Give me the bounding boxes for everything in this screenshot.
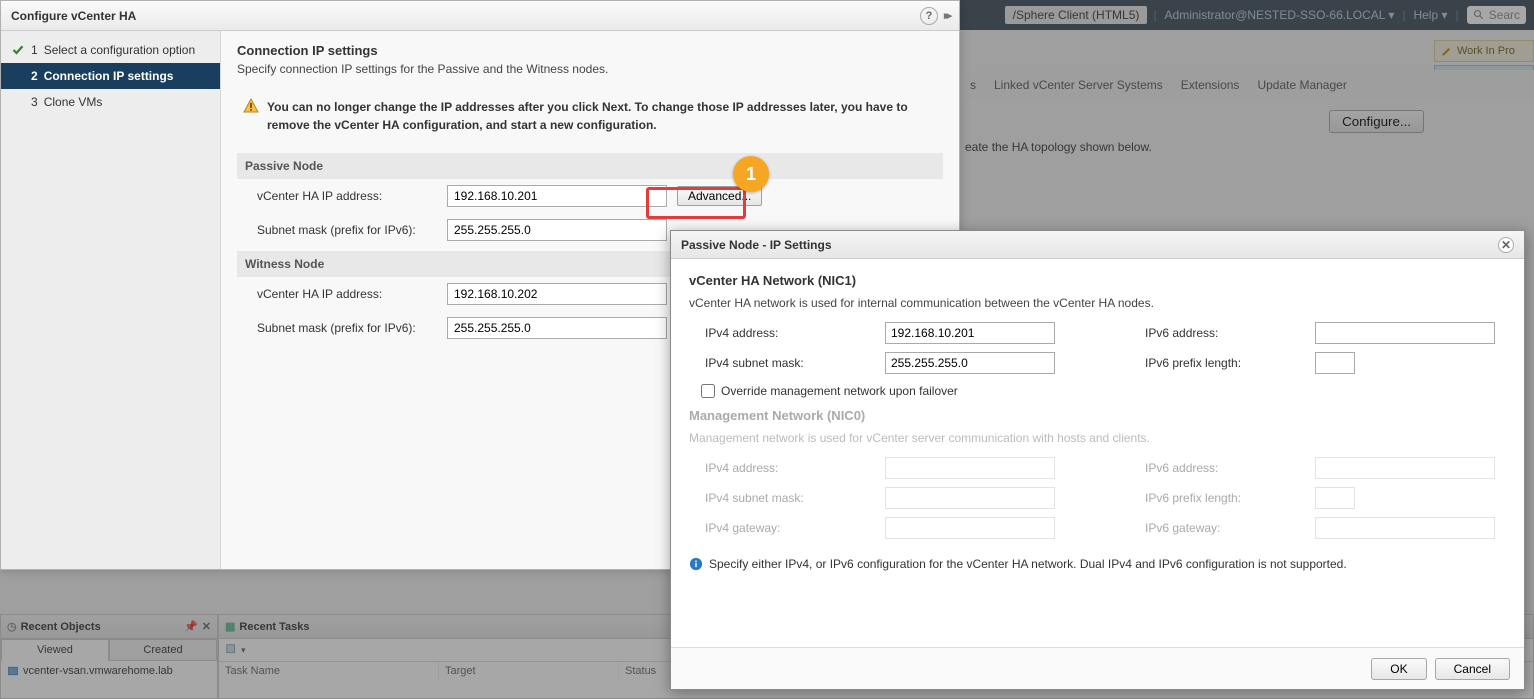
input-nic0-ipv6 [1315,457,1495,479]
tab-linked-vcenter[interactable]: Linked vCenter Server Systems [994,78,1163,92]
warning-icon [243,98,259,117]
checkbox-override-mgmt[interactable] [701,384,715,398]
recent-objects-tabs: Viewed Created [1,639,217,661]
close-icon[interactable]: ✕ [1498,237,1514,253]
tab-viewed[interactable]: Viewed [1,639,109,661]
label-nic0-ipv4-gateway: IPv4 gateway: [705,521,885,535]
html5-client-button[interactable]: /Sphere Client (HTML5) [1005,6,1148,24]
label-ipv6-address: IPv6 address: [1145,326,1315,340]
wizard-titlebar: Configure vCenter HA ? ▸▸ [1,1,959,31]
pin-icon[interactable]: 📌 [184,620,198,633]
close-icon[interactable]: ✕ [202,620,211,633]
configure-button-wrap: Configure... [1329,110,1424,133]
tab-update-manager[interactable]: Update Manager [1257,78,1346,92]
nic0-desc: Management network is used for vCenter s… [689,431,1506,445]
step-3-clone-vms[interactable]: 3 Clone VMs [1,89,220,115]
filter-icon[interactable] [225,643,239,657]
label-nic0-ipv4-mask: IPv4 subnet mask: [705,491,885,505]
search-input[interactable]: Searc [1467,6,1526,24]
input-nic0-ipv4 [885,457,1055,479]
info-row: Specify either IPv4, or IPv6 configurati… [689,557,1506,571]
work-in-progress-panel[interactable]: Work In Pro [1434,40,1534,62]
label-witness-subnet: Subnet mask (prefix for IPv6): [257,321,447,335]
input-witness-ha-ip[interactable] [447,283,667,305]
check-icon [12,44,24,56]
recent-object-item[interactable]: vcenter-vsan.vmwarehome.lab [1,661,217,681]
label-override-mgmt: Override management network upon failove… [721,384,958,398]
tab-created[interactable]: Created [109,639,217,661]
tab-frag[interactable]: s [970,78,976,92]
input-nic1-ipv4[interactable] [885,322,1055,344]
bg-detail-tabs: s Linked vCenter Server Systems Extensio… [960,70,1534,100]
ok-button[interactable]: OK [1371,658,1426,680]
nic1-form: IPv4 address: IPv6 address: IPv4 subnet … [705,322,1506,374]
admin-user-menu[interactable]: Administrator@NESTED-SSO-66.LOCAL ▾ [1165,8,1395,22]
input-nic1-ipv6-prefix[interactable] [1315,352,1355,374]
input-nic0-ipv4-mask [885,487,1055,509]
label-passive-subnet: Subnet mask (prefix for IPv6): [257,223,447,237]
label-nic0-ipv6-prefix: IPv6 prefix length: [1145,491,1315,505]
wizard-title: Configure vCenter HA [11,9,136,23]
warning-banner: You can no longer change the IP addresse… [237,90,943,149]
label-passive-ha-ip: vCenter HA IP address: [257,189,447,203]
input-passive-ha-ip[interactable] [447,185,667,207]
step-2-connection-ip[interactable]: 2 Connection IP settings [1,63,220,89]
subdialog-title: Passive Node - IP Settings [681,238,832,252]
configure-button[interactable]: Configure... [1329,110,1424,133]
nic0-form: IPv4 address: IPv6 address: IPv4 subnet … [705,457,1506,539]
pencil-icon [1441,45,1453,57]
label-nic0-ipv6-address: IPv6 address: [1145,461,1315,475]
input-nic0-ipv6-gateway [1315,517,1495,539]
label-nic0-ipv6-gateway: IPv6 gateway: [1145,521,1315,535]
override-row: Override management network upon failove… [697,374,1506,408]
input-nic0-ipv6-prefix [1315,487,1355,509]
col-task-name[interactable]: Task Name [219,662,439,681]
nic0-title: Management Network (NIC0) [689,408,1506,423]
subdialog-footer: OK Cancel [671,647,1524,689]
label-witness-ha-ip: vCenter HA IP address: [257,287,447,301]
col-target[interactable]: Target [439,662,619,681]
detach-icon[interactable]: ▸▸ [944,9,949,22]
step-1-select-config[interactable]: 1 Select a configuration option [1,37,220,63]
recent-objects-panel: ◷ Recent Objects 📌 ✕ Viewed Created vcen… [0,614,218,699]
label-ipv4-address: IPv4 address: [705,326,885,340]
help-menu[interactable]: Help ▾ [1413,8,1447,22]
info-icon [689,557,703,571]
wizard-steps-nav: 1 Select a configuration option 2 Connec… [1,31,221,569]
label-nic0-ipv4-address: IPv4 address: [705,461,885,475]
input-passive-subnet[interactable] [447,219,667,241]
input-witness-subnet[interactable] [447,317,667,339]
row-passive-ha-ip: vCenter HA IP address: Advanced... [237,179,943,213]
subdialog-titlebar: Passive Node - IP Settings ✕ [671,231,1524,259]
passive-node-ip-settings-dialog: Passive Node - IP Settings ✕ vCenter HA … [670,230,1525,690]
passive-node-group: Passive Node [237,153,943,179]
help-icon[interactable]: ? [920,7,938,25]
nic1-desc: vCenter HA network is used for internal … [689,296,1506,310]
search-icon [1473,9,1485,21]
recent-objects-header: ◷ Recent Objects 📌 ✕ [1,615,217,639]
label-ipv6-prefix: IPv6 prefix length: [1145,356,1315,370]
tab-extensions[interactable]: Extensions [1181,78,1240,92]
label-ipv4-mask: IPv4 subnet mask: [705,356,885,370]
page-title: Connection IP settings [237,43,943,58]
topology-text-fragment: eate the HA topology shown below. [965,140,1152,154]
nic1-title: vCenter HA Network (NIC1) [689,273,1506,288]
page-description: Specify connection IP settings for the P… [237,62,943,76]
vcenter-icon [7,665,19,677]
input-nic0-ipv4-gateway [885,517,1055,539]
input-nic1-ipv6[interactable] [1315,322,1495,344]
annotation-callout-1: 1 [733,156,769,192]
cancel-button[interactable]: Cancel [1435,658,1510,680]
input-nic1-ipv4-mask[interactable] [885,352,1055,374]
